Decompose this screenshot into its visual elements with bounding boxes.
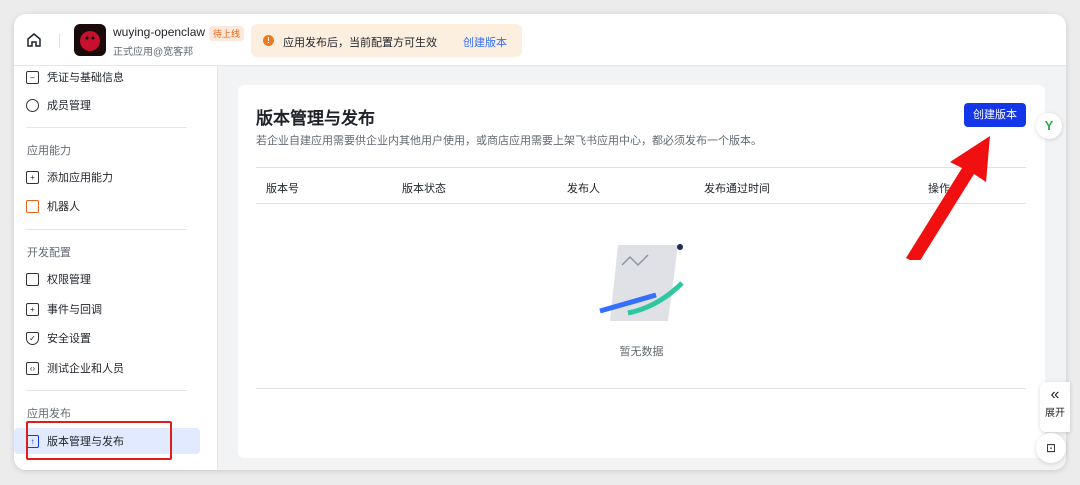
red-arrow-annotation [906, 136, 990, 260]
sidebar-item-label: 成员管理 [47, 100, 91, 112]
sidebar-item-permissions[interactable]: 权限管理 [26, 268, 91, 290]
sidebar-item-label: 机器人 [47, 201, 80, 213]
page-title: 版本管理与发布 [256, 109, 375, 128]
robot-icon [26, 199, 39, 213]
home-icon[interactable] [26, 32, 42, 48]
create-version-button[interactable]: 创建版本 [964, 103, 1026, 127]
sidebar-item-label: 事件与回调 [47, 304, 102, 316]
expand-panel-button[interactable]: « 展开 [1040, 382, 1070, 432]
sidebar-item-test-users[interactable]: ‹› 测试企业和人员 [26, 357, 124, 379]
grid-icon: + [26, 170, 39, 184]
empty-illustration [599, 244, 684, 321]
publish-notice: ! 应用发布后，当前配置方可生效 创建版本 [251, 24, 522, 57]
sidebar-item-label: 权限管理 [47, 274, 91, 286]
sidebar-item-credentials[interactable]: – 凭证与基础信息 [26, 66, 124, 88]
divider [256, 388, 1026, 389]
sidebar-item-events[interactable]: + 事件与回调 [26, 298, 102, 320]
group-title: 开发配置 [27, 247, 71, 259]
top-header: wuying-openclaw 待上线 正式应用@宽客邦 ! 应用发布后，当前配… [14, 14, 1066, 66]
sidebar-item-security[interactable]: ✓ 安全设置 [26, 327, 91, 349]
double-chevron-left-icon: « [1050, 386, 1060, 403]
app-name: wuying-openclaw [113, 25, 206, 39]
column-header: 版本号 [266, 183, 299, 195]
user-icon [26, 98, 39, 112]
divider [26, 229, 187, 230]
sidebar-item-label: 添加应用能力 [47, 172, 113, 184]
column-header: 版本状态 [402, 183, 446, 195]
event-icon: + [26, 302, 39, 316]
expand-label: 展开 [1045, 408, 1065, 419]
divider [59, 34, 60, 48]
app-avatar [74, 24, 106, 56]
assistant-bot-icon[interactable]: ⊡ [1036, 433, 1066, 463]
main-content: 版本管理与发布 若企业自建应用需要供企业内其他用户使用，或商店应用需要上架飞书应… [218, 66, 1066, 470]
sidebar-item-bot[interactable]: 机器人 [26, 195, 80, 217]
code-icon: ‹› [26, 361, 39, 375]
status-badge: 待上线 [209, 26, 245, 41]
sidebar-item-members[interactable]: 成员管理 [26, 94, 91, 116]
notice-create-version-link[interactable]: 创建版本 [463, 34, 507, 50]
sidebar-item-label: 测试企业和人员 [47, 363, 124, 375]
briefcase-icon [26, 272, 39, 286]
highlight-annotation [26, 421, 172, 460]
column-header: 发布人 [567, 183, 600, 195]
group-title: 应用能力 [27, 145, 71, 157]
brand-icon[interactable]: Y [1036, 113, 1062, 139]
page-description: 若企业自建应用需要供企业内其他用户使用，或商店应用需要上架飞书应用中心，都必须发… [256, 135, 762, 147]
sidebar-item-add-capability[interactable]: + 添加应用能力 [26, 166, 113, 188]
group-title: 应用发布 [27, 408, 71, 420]
divider [26, 390, 187, 391]
sidebar-item-label: 安全设置 [47, 333, 91, 345]
column-header: 发布通过时间 [704, 183, 770, 195]
notice-text: 应用发布后，当前配置方可生效 [283, 37, 437, 49]
warning-icon: ! [263, 35, 274, 46]
sidebar-item-label: 凭证与基础信息 [47, 72, 124, 84]
divider [26, 127, 187, 128]
id-card-icon: – [26, 70, 39, 84]
empty-state-text: 暂无数据 [619, 346, 664, 358]
sidebar: – 凭证与基础信息 成员管理 应用能力 + 添加应用能力 机器人 开发配置 权限管理… [14, 66, 218, 470]
shield-icon: ✓ [26, 331, 39, 345]
app-subtitle: 正式应用@宽客邦 [113, 47, 194, 58]
